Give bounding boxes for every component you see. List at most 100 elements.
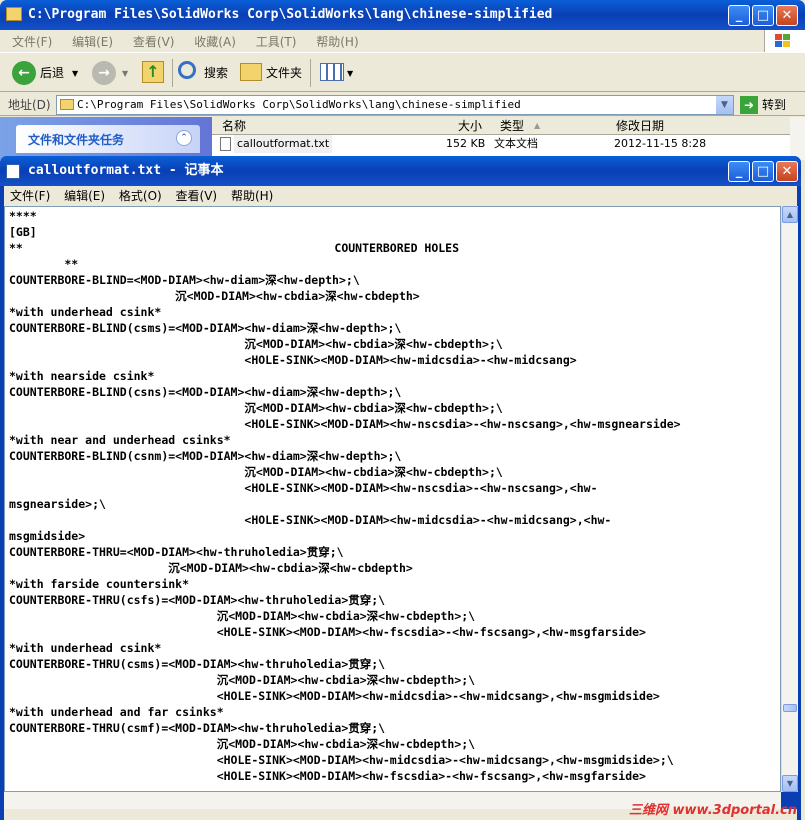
- maximize-button[interactable]: □: [752, 161, 774, 182]
- back-dropdown-icon[interactable]: ▼: [72, 69, 78, 78]
- folders-icon[interactable]: [240, 63, 262, 81]
- text-line: COUNTERBORE-BLIND=<MOD-DIAM><hw-diam>深<h…: [9, 273, 360, 287]
- file-list: 名称 大小 类型 ▲ 修改日期 calloutformat.txt 152 KB…: [212, 117, 790, 160]
- task-pane-header[interactable]: 文件和文件夹任务 ⌃: [16, 125, 200, 153]
- text-line: *with farside countersink*: [9, 577, 190, 591]
- text-line: [GB]: [9, 225, 37, 239]
- text-line: COUNTERBORE-THRU(csms)=<MOD-DIAM><hw-thr…: [9, 657, 386, 671]
- menu-help[interactable]: 帮助(H): [231, 189, 273, 203]
- text-line: <HOLE-SINK><MOD-DIAM><hw-midcsdia>-<hw-m…: [9, 753, 674, 767]
- notepad-title-bar[interactable]: calloutformat.txt - 记事本 _ □ ✕: [0, 156, 801, 186]
- text-line: COUNTERBORE-THRU=<MOD-DIAM><hw-thruholed…: [9, 545, 344, 559]
- close-button[interactable]: ✕: [776, 5, 798, 26]
- folders-button-label[interactable]: 文件夹: [266, 59, 302, 87]
- address-bar: 地址(D) C:\Program Files\SolidWorks Corp\S…: [0, 92, 805, 116]
- file-size: 152 KB: [446, 137, 486, 150]
- site-watermark: 三维网 www.3dportal.cn: [628, 803, 797, 818]
- text-line: 沉<MOD-DIAM><hw-cbdia>深<hw-cbdepth>: [9, 561, 413, 575]
- text-line: 沉<MOD-DIAM><hw-cbdia>深<hw-cbdepth>;\: [9, 673, 476, 687]
- search-icon[interactable]: [178, 61, 196, 79]
- text-line: ** COUNTERBORED HOLES: [9, 241, 460, 255]
- text-editor[interactable]: **** [GB] ** COUNTERBORED HOLES ** COUNT…: [4, 206, 781, 792]
- text-line: COUNTERBORE-BLIND(csnm)=<MOD-DIAM><hw-di…: [9, 449, 402, 463]
- address-dropdown-icon[interactable]: ▼: [716, 96, 733, 114]
- text-file-icon: [220, 137, 231, 151]
- search-button-label[interactable]: 搜索: [204, 59, 228, 87]
- address-label: 地址(D): [8, 98, 51, 112]
- close-button[interactable]: ✕: [776, 161, 798, 182]
- menu-tools[interactable]: 工具(T): [256, 35, 297, 49]
- column-type[interactable]: 类型: [500, 117, 524, 135]
- task-pane: 文件和文件夹任务 ⌃: [0, 117, 212, 160]
- folder-icon: [60, 99, 74, 110]
- menu-favorites[interactable]: 收藏(A): [194, 35, 236, 49]
- toolbar-divider: [172, 59, 173, 87]
- text-line: COUNTERBORE-THRU(csfs)=<MOD-DIAM><hw-thr…: [9, 593, 386, 607]
- text-line: 沉<MOD-DIAM><hw-cbdia>深<hw-cbdepth>;\: [9, 401, 503, 415]
- maximize-button[interactable]: □: [752, 5, 774, 26]
- text-line: <HOLE-SINK><MOD-DIAM><hw-midcsdia>-<hw-m…: [9, 353, 577, 367]
- address-input[interactable]: C:\Program Files\SolidWorks Corp\SolidWo…: [56, 95, 734, 115]
- text-line: *with underhead csink*: [9, 305, 162, 319]
- back-arrow-icon[interactable]: ←: [12, 61, 36, 85]
- views-icon[interactable]: [320, 63, 344, 81]
- back-button-label[interactable]: 后退: [40, 59, 64, 87]
- explorer-toolbar: ← 后退 ▼ → ▼ ↑ 搜索 文件夹 ▼: [0, 52, 805, 92]
- up-folder-icon[interactable]: ↑: [142, 61, 164, 83]
- folder-icon: [6, 7, 22, 21]
- file-type: 文本文档: [494, 137, 538, 150]
- scroll-up-icon[interactable]: ▲: [782, 206, 798, 223]
- menu-view[interactable]: 查看(V): [133, 35, 175, 49]
- text-line: COUNTERBORE-BLIND(csms)=<MOD-DIAM><hw-di…: [9, 321, 402, 335]
- scrollbar-thumb[interactable]: [783, 704, 797, 712]
- menu-view[interactable]: 查看(V): [176, 189, 218, 203]
- vertical-scrollbar[interactable]: ▲ ▼: [781, 206, 798, 792]
- text-line: 沉<MOD-DIAM><hw-cbdia>深<hw-cbdepth>: [9, 289, 420, 303]
- go-arrow-icon[interactable]: ➜: [740, 96, 758, 114]
- text-line: <HOLE-SINK><MOD-DIAM><hw-nscsdia>-<hw-ns…: [9, 481, 598, 495]
- column-modified[interactable]: 修改日期: [616, 117, 664, 135]
- menu-file[interactable]: 文件(F): [12, 35, 52, 49]
- text-line: ****: [9, 209, 37, 223]
- text-line: *with underhead csink*: [9, 641, 162, 655]
- explorer-title-bar[interactable]: C:\Program Files\SolidWorks Corp\SolidWo…: [0, 0, 805, 30]
- minimize-button[interactable]: _: [728, 161, 750, 182]
- text-line: msgmidside>: [9, 529, 86, 543]
- go-button-label[interactable]: 转到: [762, 96, 786, 113]
- file-modified: 2012-11-15 8:28: [614, 137, 707, 150]
- text-line: <HOLE-SINK><MOD-DIAM><hw-midcsdia>-<hw-m…: [9, 689, 660, 703]
- text-line: 沉<MOD-DIAM><hw-cbdia>深<hw-cbdepth>;\: [9, 609, 476, 623]
- notepad-icon: [6, 164, 20, 179]
- text-line: <HOLE-SINK><MOD-DIAM><hw-fscsdia>-<hw-fs…: [9, 625, 646, 639]
- minimize-button[interactable]: _: [728, 5, 750, 26]
- explorer-window: C:\Program Files\SolidWorks Corp\SolidWo…: [0, 0, 805, 160]
- collapse-chevron-icon[interactable]: ⌃: [176, 130, 192, 146]
- text-line: COUNTERBORE-THRU(csmf)=<MOD-DIAM><hw-thr…: [9, 721, 386, 735]
- file-list-header: 名称 大小 类型 ▲ 修改日期: [212, 117, 790, 135]
- task-pane-title: 文件和文件夹任务: [28, 133, 125, 147]
- text-line: **: [9, 257, 79, 271]
- forward-dropdown-icon[interactable]: ▼: [122, 69, 128, 78]
- text-line: 沉<MOD-DIAM><hw-cbdia>深<hw-cbdepth>;\: [9, 337, 503, 351]
- scroll-down-icon[interactable]: ▼: [782, 775, 798, 792]
- text-line: msgnearside>;\: [9, 497, 106, 511]
- menu-help[interactable]: 帮助(H): [316, 35, 358, 49]
- file-name: calloutformat.txt: [234, 135, 333, 153]
- forward-arrow-icon[interactable]: →: [92, 61, 116, 85]
- toolbar-divider: [310, 59, 311, 87]
- column-name[interactable]: 名称: [222, 117, 246, 135]
- text-line: <HOLE-SINK><MOD-DIAM><hw-nscsdia>-<hw-ns…: [9, 417, 681, 431]
- file-row[interactable]: calloutformat.txt 152 KB 文本文档 2012-11-15…: [212, 135, 790, 153]
- menu-format[interactable]: 格式(O): [119, 189, 162, 203]
- menu-edit[interactable]: 编辑(E): [64, 189, 105, 203]
- notepad-title: calloutformat.txt - 记事本: [28, 163, 224, 178]
- text-line: 沉<MOD-DIAM><hw-cbdia>深<hw-cbdepth>;\: [9, 737, 476, 751]
- explorer-scrollbar[interactable]: [790, 117, 805, 160]
- menu-file[interactable]: 文件(F): [10, 189, 50, 203]
- explorer-title: C:\Program Files\SolidWorks Corp\SolidWo…: [28, 7, 553, 22]
- text-line: *with nearside csink*: [9, 369, 155, 383]
- views-dropdown-icon[interactable]: ▼: [347, 69, 353, 78]
- text-line: 沉<MOD-DIAM><hw-cbdia>深<hw-cbdepth>;\: [9, 465, 503, 479]
- menu-edit[interactable]: 编辑(E): [72, 35, 113, 49]
- column-size[interactable]: 大小: [458, 117, 482, 135]
